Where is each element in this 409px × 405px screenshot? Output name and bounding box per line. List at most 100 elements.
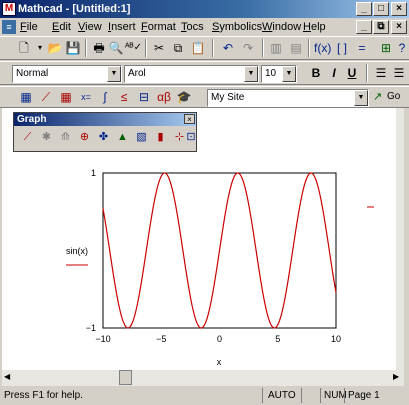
align-across-icon[interactable]: ▥ [268, 40, 284, 56]
x-tick-label: −5 [156, 334, 166, 344]
greek-icon[interactable]: αβ [156, 89, 172, 105]
menu-help[interactable]: Help [303, 20, 326, 34]
chevron-down-icon[interactable]: ▼ [107, 66, 121, 82]
style-select[interactable]: Normal ▼ [12, 65, 122, 83]
graph-palette-title: Graph [17, 114, 47, 125]
save-icon[interactable]: 💾 [65, 40, 81, 56]
title-bar: M Mathcad - [Untitled:1] _ □ × [0, 0, 409, 18]
resource-value: My Site [211, 92, 245, 103]
menu-insert[interactable]: Insert [108, 20, 136, 34]
go-arrow-icon[interactable]: ↗ [373, 90, 382, 104]
vector-field-icon[interactable]: ▧ [134, 130, 149, 145]
cut-icon[interactable]: ✂ [151, 40, 167, 56]
maximize-button[interactable]: □ [373, 2, 389, 16]
graph-palette: Graph × ⟋ ✱ ⟰ ⊕ ✤ ▲ ▧ ▮ ⊹ ⊡ [13, 112, 197, 152]
align-left-icon[interactable]: ☰ [373, 65, 389, 81]
menu-view[interactable]: View [78, 20, 102, 34]
align-center-icon[interactable]: ☰ [391, 65, 407, 81]
sine-series-line [102, 172, 337, 329]
font-size-value: 10 [265, 68, 277, 79]
print-icon[interactable]: 🖶 [91, 40, 107, 56]
status-auto: AUTO [268, 390, 296, 401]
minimize-button[interactable]: _ [356, 2, 372, 16]
programming-icon[interactable]: ⊟ [136, 89, 152, 105]
trace-icon[interactable]: ⊡ [186, 130, 196, 145]
evaluation-icon[interactable]: x= [78, 89, 94, 105]
chevron-down-icon[interactable]: ▼ [354, 90, 368, 106]
status-page: Page 1 [348, 390, 380, 401]
help-icon[interactable]: ? [394, 40, 409, 56]
insert-function-icon[interactable]: f(x) [314, 40, 331, 56]
y-tick-bottom: −1 [86, 323, 96, 333]
chevron-down-icon[interactable]: ▼ [244, 66, 258, 82]
3d-scatter-icon[interactable]: ✤ [96, 130, 111, 145]
contour-plot-icon[interactable]: ⊕ [77, 130, 92, 145]
resource-center-icon[interactable]: ⊞ [378, 40, 394, 56]
menu-edit[interactable]: Edit [52, 20, 71, 34]
bold-button[interactable]: B [308, 65, 324, 81]
close-button[interactable]: × [391, 2, 407, 16]
calculate-icon[interactable]: = [354, 40, 370, 56]
menu-format[interactable]: Format [141, 20, 176, 34]
font-size-select[interactable]: 10 ▼ [261, 65, 297, 83]
boolean-icon[interactable]: ≤ [116, 89, 132, 105]
align-down-icon[interactable]: ▤ [288, 40, 304, 56]
copy-icon[interactable]: ⧉ [170, 40, 186, 56]
paste-icon[interactable]: 📋 [190, 40, 206, 56]
polar-plot-icon[interactable]: ✱ [39, 130, 54, 145]
calculator-icon[interactable]: ▦ [18, 89, 34, 105]
graph-palette-titlebar[interactable]: Graph × [14, 113, 196, 126]
spell-check-icon[interactable]: ᴬᴮ✓ [125, 40, 142, 56]
menu-file[interactable]: File [20, 20, 38, 34]
3d-bar-icon[interactable]: ▲ [115, 130, 130, 145]
font-select[interactable]: Arol ▼ [124, 65, 259, 83]
matrix-icon[interactable]: ▦ [58, 89, 74, 105]
open-icon[interactable]: 📂 [47, 40, 63, 56]
x-axis-label[interactable]: x [217, 357, 222, 367]
print-preview-icon[interactable]: 🔍 [108, 40, 124, 56]
window-title: Mathcad - [Untitled:1] [18, 3, 131, 15]
menu-tools[interactable]: Tocs [181, 20, 204, 34]
undo-icon[interactable]: ↶ [220, 40, 236, 56]
new-icon[interactable]: 🗋 [16, 40, 32, 56]
y-tick-top: 1 [91, 168, 96, 178]
plot-region: 1 −1 sin(x) x −10 −5 0 5 10 [66, 168, 374, 367]
vertical-scrollbar[interactable] [396, 108, 404, 370]
x-tick-label: 10 [331, 334, 341, 344]
style-value: Normal [16, 68, 49, 79]
doc-minimize-button[interactable]: _ [356, 20, 372, 34]
scroll-left-icon[interactable]: ◀ [4, 372, 10, 381]
resource-select[interactable]: My Site ▼ [207, 89, 369, 107]
insert-unit-icon[interactable]: [ ] [334, 40, 350, 56]
go-label[interactable]: Go [387, 91, 400, 103]
scroll-thumb[interactable] [119, 370, 132, 385]
underline-button[interactable]: U [344, 65, 360, 81]
standard-toolbar: 🗋 ▾ 📂 💾 🖶 🔍 ᴬᴮ✓ ✂ ⧉ 📋 ↶ ↷ ▥ ▤ f(x) [ ] =… [0, 36, 409, 60]
xy-plot-icon[interactable]: ⟋ [20, 130, 35, 145]
menu-window[interactable]: Window [262, 20, 301, 34]
symbolic-icon[interactable]: 🎓 [176, 89, 192, 105]
menu-bar: ≡ File Edit View Insert Format Tocs Symb… [0, 18, 409, 36]
calculus-icon[interactable]: ∫ [97, 89, 113, 105]
document-icon[interactable]: ≡ [2, 20, 16, 34]
doc-close-button[interactable]: × [391, 20, 407, 34]
new-dropdown-icon[interactable]: ▾ [32, 40, 48, 56]
x-tick-label: 0 [217, 334, 222, 344]
surface-plot-icon[interactable]: ⟰ [58, 130, 73, 145]
redo-icon[interactable]: ↷ [240, 40, 256, 56]
math-toolbar: ▦ ⟋ ▦ x= ∫ ≤ ⊟ αβ 🎓 My Site ▼ ↗ Go [0, 86, 409, 108]
menu-symbolics[interactable]: Symbolics [212, 20, 262, 34]
italic-button[interactable]: I [326, 65, 342, 81]
horizontal-scrollbar[interactable]: ◀ ▶ [2, 370, 404, 386]
zoom-icon[interactable]: ⊹ [172, 130, 187, 145]
formatting-toolbar: Normal ▼ Arol ▼ 10 ▼ B I U ☰ ☰ [0, 61, 409, 85]
bar-chart-icon[interactable]: ▮ [153, 130, 168, 145]
mathcad-app-icon[interactable]: M [2, 2, 16, 16]
chevron-down-icon[interactable]: ▼ [282, 66, 296, 82]
graph-palette-close-button[interactable]: × [184, 114, 195, 124]
y-axis-label[interactable]: sin(x) [66, 246, 88, 256]
status-bar: Press F1 for help. AUTO NUM Page 1 [0, 386, 409, 405]
doc-restore-button[interactable]: ⧉ [373, 20, 389, 34]
scroll-right-icon[interactable]: ▶ [393, 372, 399, 381]
graph-toolbar-icon[interactable]: ⟋ [38, 89, 54, 105]
